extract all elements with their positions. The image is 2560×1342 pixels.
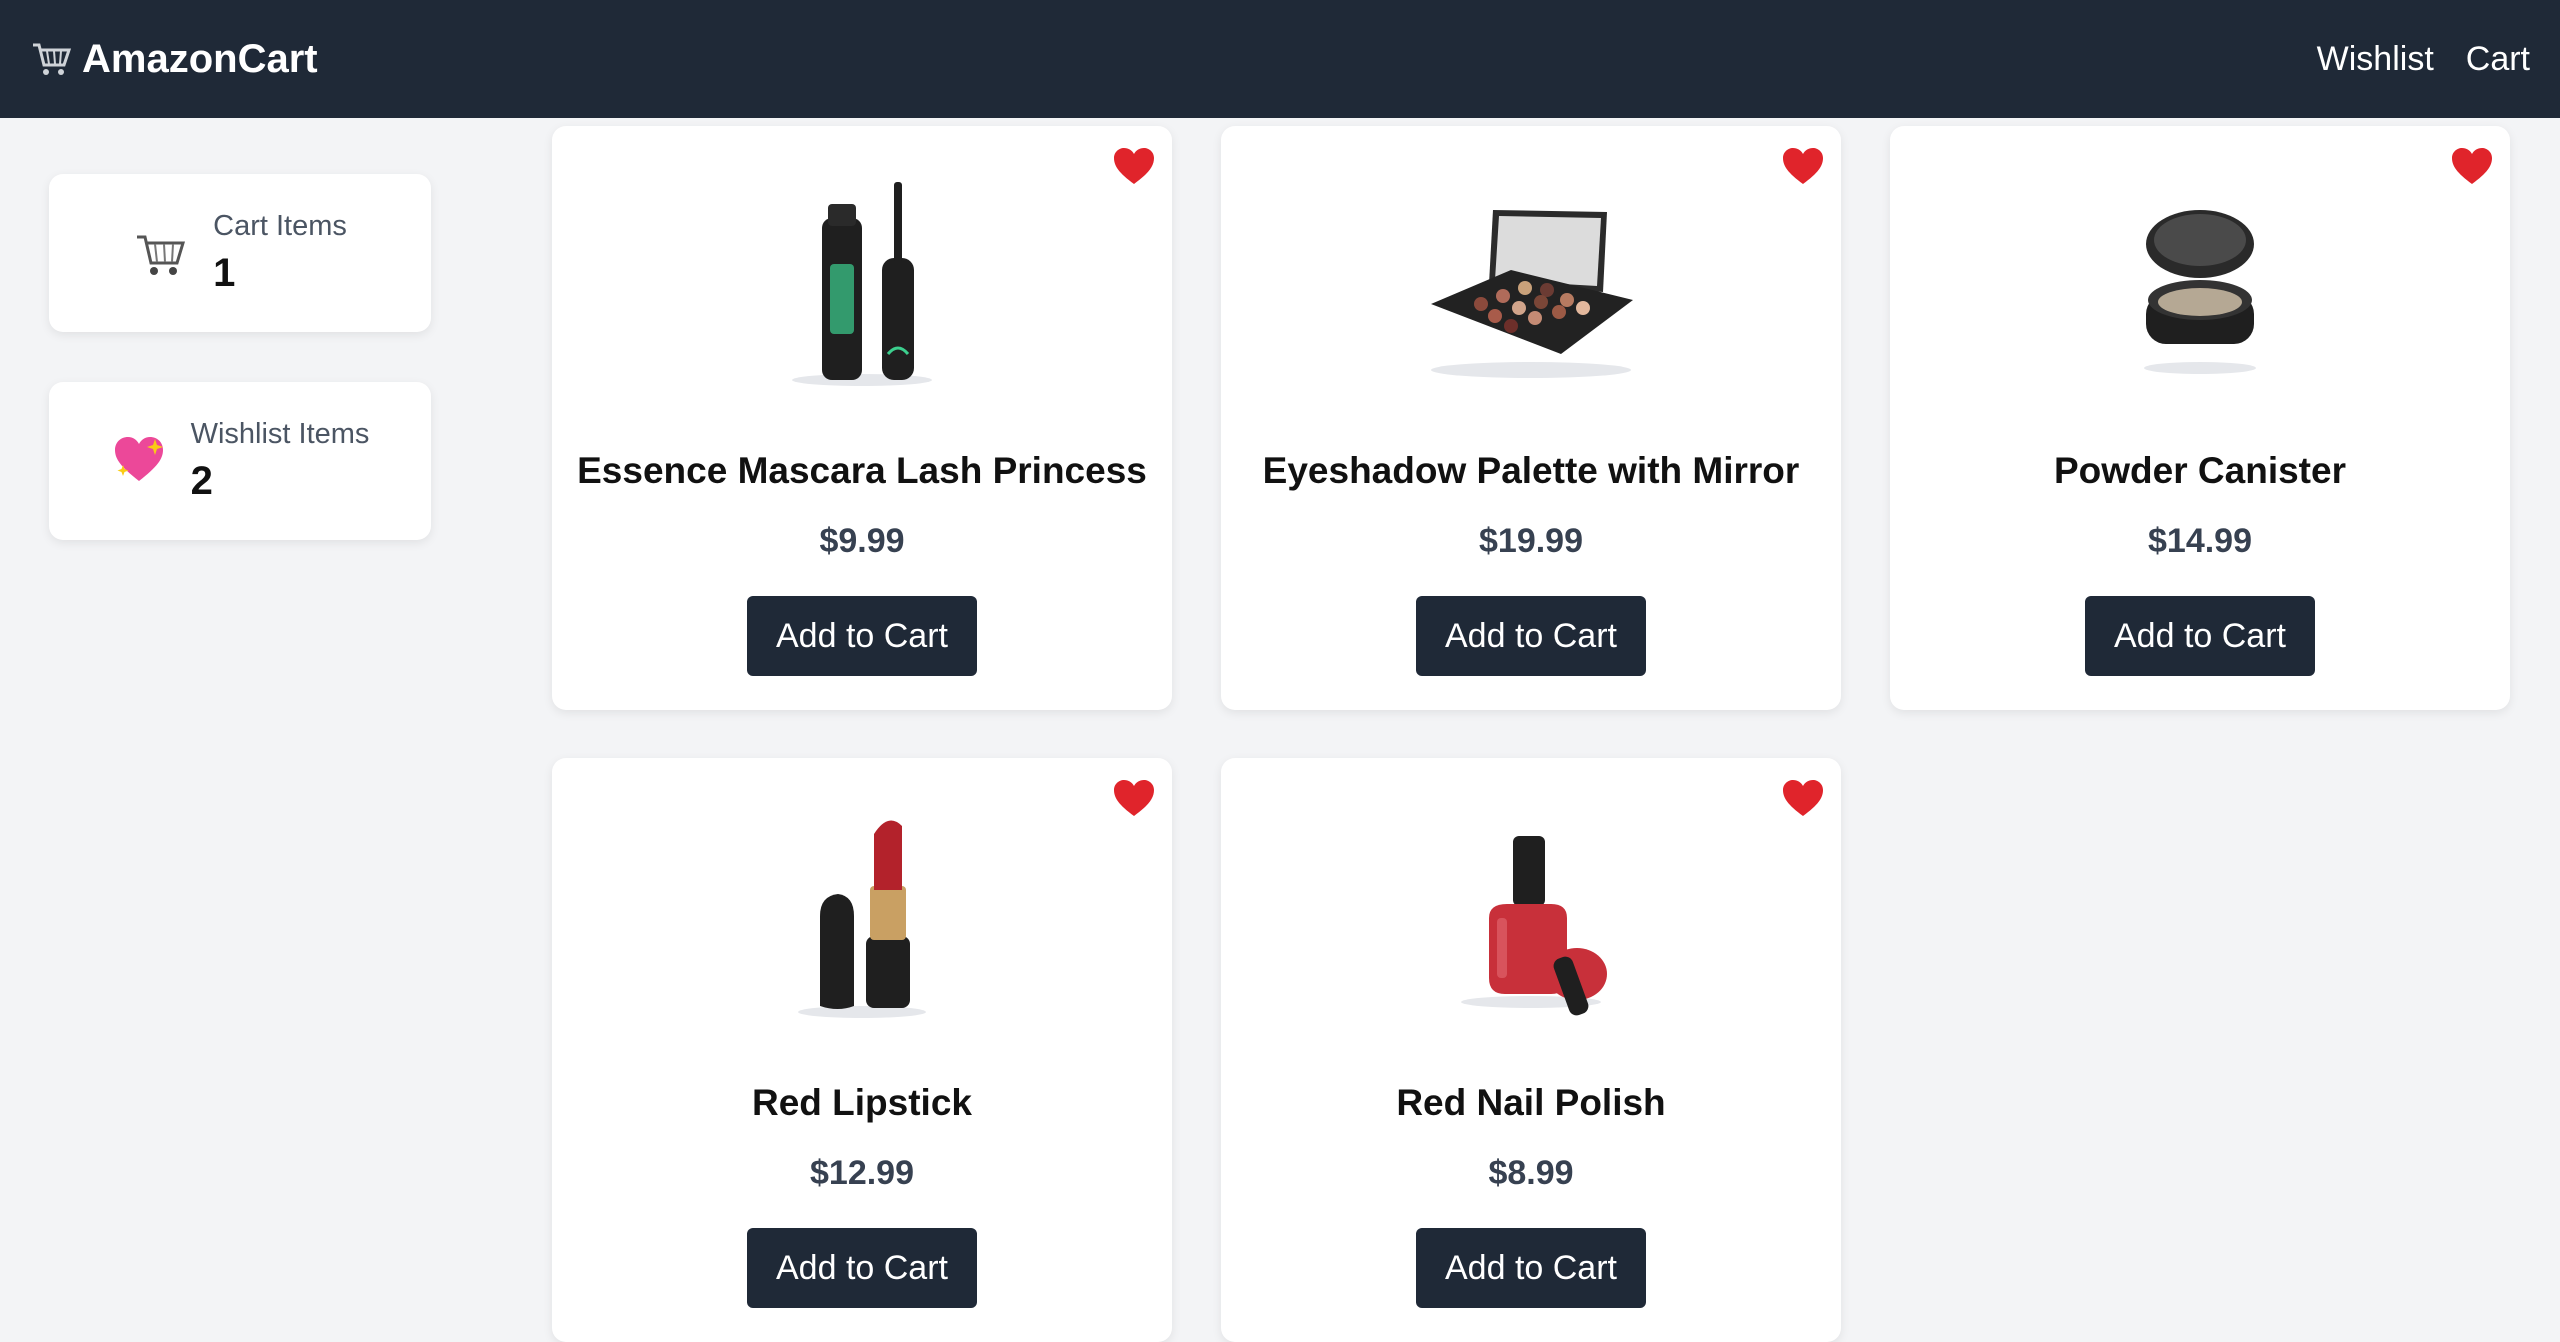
add-to-cart-button[interactable]: Add to Cart [1416,1228,1646,1308]
cart-icon [33,43,72,75]
cart-items-count: 1 [213,251,236,295]
heart-icon[interactable] [2450,146,2494,186]
product-name: Powder Canister [2054,450,2346,491]
product-price: $9.99 [819,522,905,560]
product-name: Red Nail Polish [1396,1082,1666,1123]
wishlist-items-label: Wishlist Items [190,418,370,450]
heart-icon[interactable] [1781,146,1825,186]
product-price: $8.99 [1488,1154,1574,1192]
wishlist-items-card: Wishlist Items 2 [49,382,431,540]
product-card: Powder Canister $14.99 Add to Cart [1890,126,2510,710]
add-to-cart-button[interactable]: Add to Cart [2085,596,2315,676]
nav-cart-link[interactable]: Cart [2466,40,2530,79]
wishlist-items-count: 2 [190,459,213,503]
heart-icon[interactable] [1112,146,1156,186]
top-nav: Wishlist Cart [2317,40,2530,79]
nav-wishlist-link[interactable]: Wishlist [2317,40,2434,79]
top-navbar: AmazonCart Wishlist Cart [0,0,2560,118]
product-card: Eyeshadow Palette with Mirror $19.99 Add… [1221,126,1841,710]
mascara-image [792,182,932,386]
nail-polish-image [1461,836,1607,1016]
add-to-cart-button[interactable]: Add to Cart [747,596,977,676]
heart-icon[interactable] [1781,778,1825,818]
cart-items-card: Cart Items 1 [49,174,431,332]
product-price: $19.99 [1479,522,1583,560]
cart-items-label: Cart Items [213,210,347,242]
heart-icon[interactable] [1112,778,1156,818]
cart-icon [137,235,186,275]
eyeshadow-palette-image [1431,210,1633,378]
powder-canister-image [2144,210,2256,374]
product-name: Eyeshadow Palette with Mirror [1262,450,1800,491]
product-name: Essence Mascara Lash Princess [577,450,1147,491]
product-card: Red Nail Polish $8.99 Add to Cart [1221,758,1841,1342]
brand-name: AmazonCart [82,36,318,81]
sparkling-heart-icon [114,437,163,481]
add-to-cart-button[interactable]: Add to Cart [747,1228,977,1308]
add-to-cart-button[interactable]: Add to Cart [1416,596,1646,676]
product-card: Red Lipstick $12.99 Add to Cart [552,758,1172,1342]
product-price: $12.99 [810,1154,914,1192]
product-name: Red Lipstick [752,1082,972,1123]
product-card: Essence Mascara Lash Princess $9.99 Add … [552,126,1172,710]
brand[interactable]: AmazonCart [30,37,318,82]
product-price: $14.99 [2148,522,2252,560]
lipstick-image [798,820,926,1018]
